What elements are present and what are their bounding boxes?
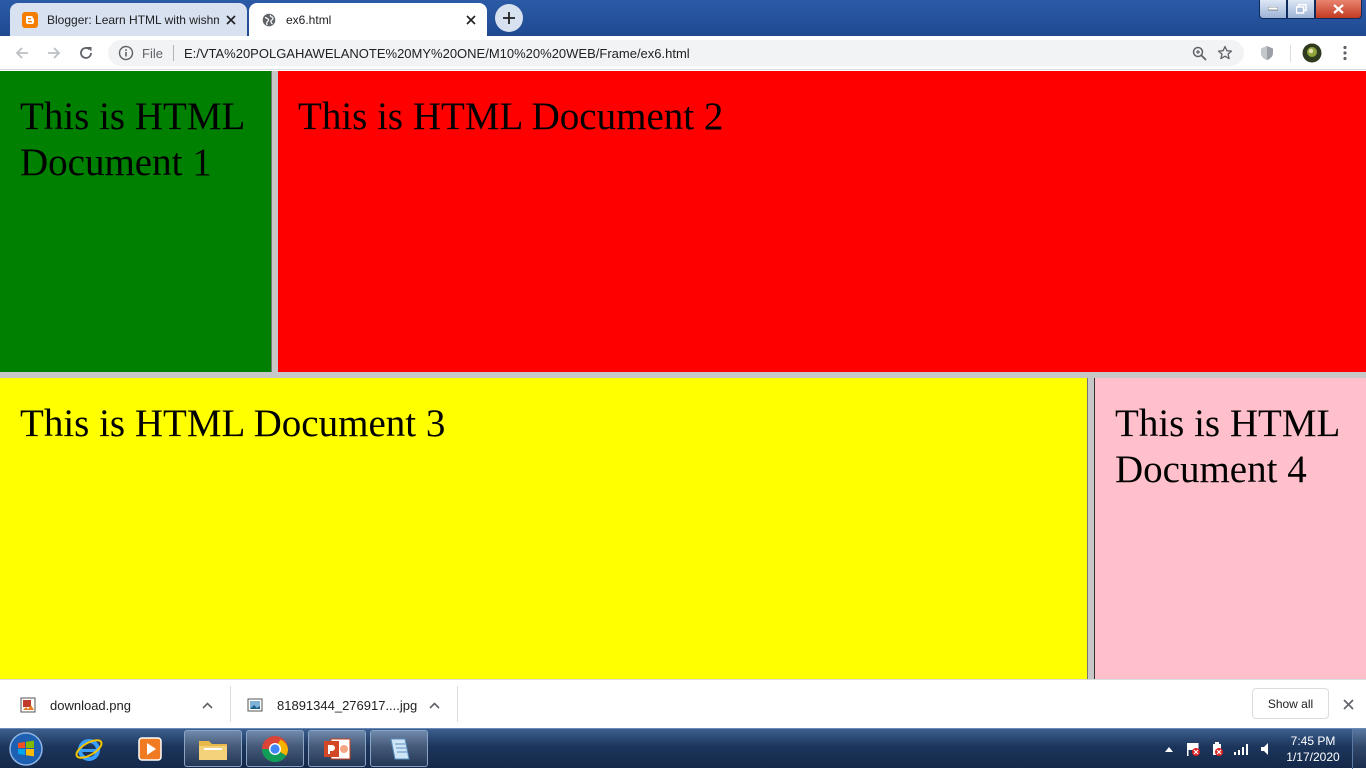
show-desktop-button[interactable] — [1352, 729, 1366, 769]
close-shelf-button[interactable] — [1336, 692, 1360, 716]
frame-document-3: This is HTML Document 3 — [0, 378, 1088, 679]
close-icon — [1333, 4, 1344, 14]
taskbar-clock[interactable]: 7:45 PM 1/17/2020 — [1278, 733, 1348, 765]
tab-title: ex6.html — [286, 12, 332, 27]
download-item[interactable]: 81891344_276917....jpg — [247, 686, 457, 724]
action-center-flag-icon[interactable] — [1184, 729, 1202, 769]
image-file-icon — [247, 698, 263, 712]
url-text[interactable]: E:/VTA%20POLGAHAWELANOTE%20MY%20ONE/M10%… — [184, 46, 1186, 61]
network-signal-icon[interactable] — [1232, 729, 1250, 769]
clock-date: 1/17/2020 — [1286, 750, 1340, 764]
new-tab-button[interactable] — [495, 4, 523, 32]
zoom-icon[interactable] — [1186, 40, 1212, 66]
start-button[interactable] — [4, 730, 48, 768]
profile-avatar[interactable] — [1300, 41, 1324, 65]
tab-ex6[interactable]: ex6.html — [249, 3, 487, 36]
show-all-button[interactable]: Show all — [1252, 688, 1329, 719]
address-bar[interactable]: File E:/VTA%20POLGAHAWELANOTE%20MY%20ONE… — [108, 40, 1244, 66]
reload-icon — [80, 47, 92, 59]
frame-text: This is HTML Document 2 — [298, 95, 724, 138]
more-vert-icon — [1343, 45, 1347, 61]
frame-text: This is HTML Document 1 — [20, 95, 244, 184]
plus-icon — [503, 12, 515, 24]
chevron-up-icon[interactable] — [425, 696, 443, 714]
back-arrow-icon — [15, 47, 28, 59]
volume-icon[interactable] — [1258, 729, 1274, 769]
forward-arrow-icon — [48, 47, 61, 59]
download-shelf: download.png 81891344_276917....jpg Show… — [0, 679, 1366, 728]
chrome-icon[interactable] — [246, 730, 304, 767]
download-filename: 81891344_276917....jpg — [277, 697, 418, 713]
globe-icon — [261, 12, 277, 28]
close-icon — [1342, 698, 1354, 710]
address-separator — [172, 45, 174, 61]
restore-button[interactable] — [1287, 0, 1315, 19]
close-tab-icon[interactable] — [459, 8, 483, 32]
download-separator — [457, 686, 458, 722]
notepad-icon[interactable] — [370, 730, 428, 767]
browser-tab-strip: Blogger: Learn HTML with wishm ex6.html — [0, 0, 1366, 36]
restore-icon — [1295, 4, 1307, 14]
clock-time: 7:45 PM — [1290, 734, 1336, 748]
frame-document-1: This is HTML Document 1 — [0, 71, 272, 372]
download-separator — [230, 686, 231, 722]
frame-text: This is HTML Document 4 — [1115, 402, 1339, 491]
show-hidden-icons-button[interactable] — [1162, 729, 1176, 769]
toolbar-divider — [1290, 45, 1291, 62]
download-filename: download.png — [50, 697, 131, 713]
frameset: This is HTML Document 1 This is HTML Doc… — [0, 71, 1366, 679]
internet-explorer-icon[interactable] — [60, 730, 118, 767]
media-player-icon[interactable] — [121, 730, 179, 767]
frame-text: This is HTML Document 3 — [20, 402, 446, 445]
windows-start-icon — [9, 732, 43, 766]
menu-button[interactable] — [1333, 41, 1357, 65]
windows-taskbar: 7:45 PM 1/17/2020 — [0, 728, 1366, 769]
battery-power-icon[interactable] — [1208, 729, 1226, 769]
bookmark-star-icon[interactable] — [1212, 40, 1238, 66]
file-explorer-icon[interactable] — [184, 730, 242, 767]
tab-blogger[interactable]: Blogger: Learn HTML with wishm — [10, 3, 247, 36]
frame-document-4: This is HTML Document 4 — [1094, 378, 1366, 679]
download-item[interactable]: download.png — [20, 686, 230, 724]
scheme-label: File — [142, 45, 163, 61]
chevron-up-icon[interactable] — [198, 696, 216, 714]
browser-toolbar: File E:/VTA%20POLGAHAWELANOTE%20MY%20ONE… — [0, 36, 1366, 70]
minimize-button[interactable] — [1259, 0, 1287, 19]
close-tab-icon[interactable] — [219, 8, 243, 32]
minimize-icon — [1268, 7, 1278, 11]
info-icon[interactable] — [118, 45, 134, 61]
powerpoint-icon[interactable] — [308, 730, 366, 767]
blogger-icon — [22, 11, 38, 28]
window-close-button[interactable] — [1315, 0, 1362, 19]
image-file-icon — [20, 697, 36, 713]
back-button[interactable] — [10, 41, 34, 65]
forward-button[interactable] — [42, 41, 66, 65]
tab-title: Blogger: Learn HTML with wishm — [47, 12, 219, 27]
reload-button[interactable] — [74, 41, 98, 65]
frame-document-2: This is HTML Document 2 — [278, 71, 1366, 372]
extension-shield-icon[interactable] — [1255, 41, 1279, 65]
